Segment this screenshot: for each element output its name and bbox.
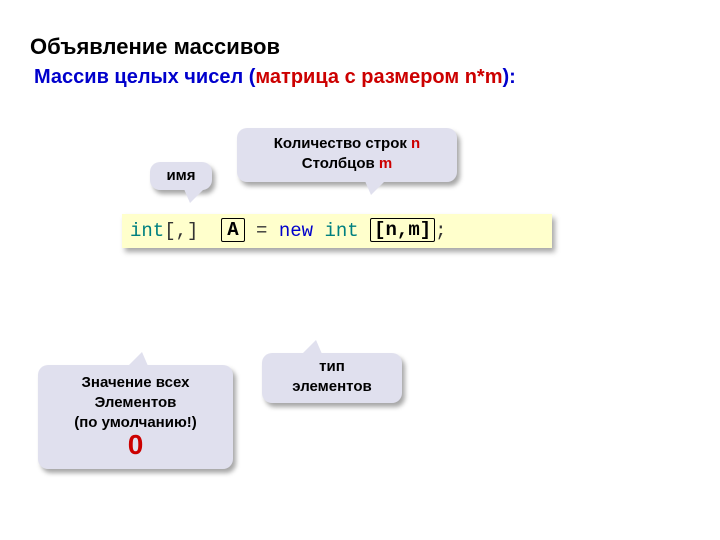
type-line1: тип: [262, 357, 402, 377]
callout-cols-line: Столбцов m: [237, 154, 457, 174]
callout-default-value: Значение всех Элементов (по умолчанию!) …: [38, 365, 233, 469]
code-type-int-2: int: [325, 220, 359, 242]
slide-title: Объявление массивов: [30, 34, 280, 60]
callout-name-text: имя: [166, 167, 195, 184]
default-line2: Элементов: [38, 393, 233, 413]
subtitle-suffix: ):: [503, 66, 516, 88]
callout-tail-icon: [302, 340, 322, 354]
callout-tail-icon: [184, 189, 204, 203]
subtitle-prefix: Массив целых чисел (: [34, 66, 255, 88]
type-line2: элементов: [262, 377, 402, 397]
callout-tail-icon: [365, 181, 385, 195]
callout-tail-icon: [128, 352, 148, 366]
code-equals: =: [245, 220, 279, 242]
code-declaration: int[,] A = new int [n,m];: [122, 214, 552, 248]
rows-n: n: [411, 135, 420, 152]
slide-subtitle: Массив целых чисел (матрица с размером n…: [34, 66, 516, 89]
cols-m: m: [379, 155, 392, 172]
callout-name: имя: [150, 162, 212, 190]
callout-rows-cols: Количество строк n Столбцов m: [237, 128, 457, 182]
rows-prefix: Количество строк: [274, 135, 411, 152]
code-dimensions: [n,m]: [370, 218, 435, 242]
callout-element-type: тип элементов: [262, 353, 402, 403]
default-zero: 0: [38, 435, 233, 455]
code-brackets: [,]: [164, 220, 198, 242]
subtitle-emphasis: матрица с размером n*m: [255, 66, 502, 88]
callout-rows-line: Количество строк n: [237, 134, 457, 154]
code-semicolon: ;: [435, 220, 446, 242]
code-new-keyword: new: [279, 220, 313, 242]
code-type-int: int: [130, 220, 164, 242]
default-line1: Значение всех: [38, 373, 233, 393]
code-var-A: A: [221, 218, 244, 242]
cols-prefix: Столбцов: [302, 155, 379, 172]
